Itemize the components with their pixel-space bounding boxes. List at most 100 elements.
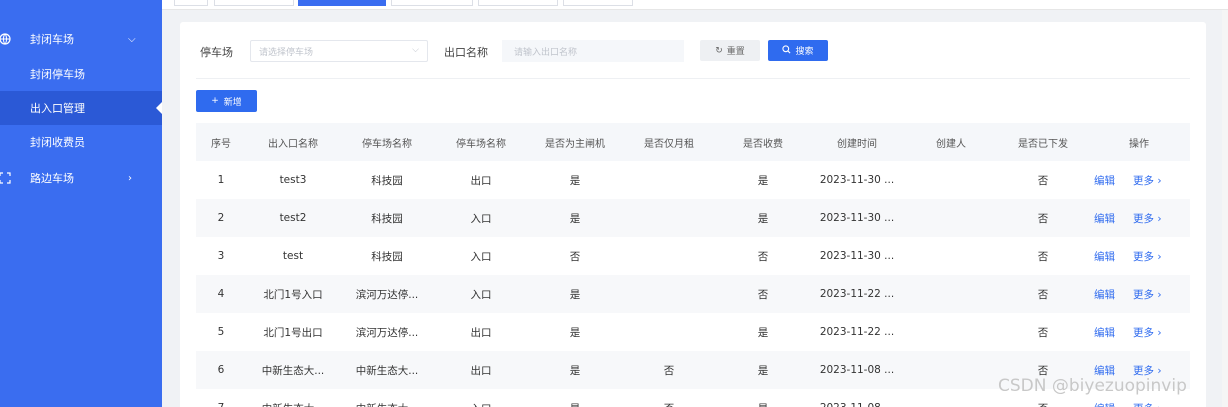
cell-time: 2023-11-22 ... [819,326,895,338]
cell-creator [904,351,998,389]
cell-creator [904,389,998,407]
cell-main: 是 [569,212,581,225]
cell-monthly [622,237,716,275]
cell-no: 7 [196,389,246,407]
more-dropdown[interactable]: 更多 › [1133,287,1162,302]
reset-label: 重置 [726,47,745,57]
chevron-down-icon: ⌵ [412,45,419,55]
tag-tab[interactable] [478,0,558,6]
more-dropdown[interactable]: 更多 › [1133,173,1162,188]
cell-no: 6 [217,364,225,376]
cell-name: 北门1号入口 [263,288,323,301]
more-dropdown[interactable]: 更多 › [1133,401,1162,407]
edit-link[interactable]: 编辑 [1094,401,1115,407]
cell-actions: 编辑 更多 › [1088,275,1190,313]
cell-time: 2023-11-30 ... [819,250,895,262]
menu-group-closed-parking[interactable]: 封闭车场 ⌵ [0,22,162,56]
tags-view-bar [162,0,1228,10]
edit-link[interactable]: 编辑 [1094,211,1115,226]
edit-link[interactable]: 编辑 [1094,173,1115,188]
table-row: 5 北门1号出口 滨河万达停... 出口 是 是 2023-11-22 ... 否 编辑 更多 › [196,313,1190,351]
sidebar-item-label: 出入口管理 [30,102,85,115]
cell-monthly: 否 [663,364,675,377]
exit-name-input[interactable]: 请输入出口名称 [502,40,684,62]
tag-tab[interactable] [214,0,294,6]
column-header: 是否为主闸机 [545,138,605,150]
cell-type: 出口 [470,326,492,339]
cell-creator [904,237,998,275]
table-body: 1 test3 科技园 出口是是 2023-11-30 ... 否编辑 更多 › 2 test2… [196,161,1190,407]
cell-creator [904,199,998,237]
cell-no: 4 [217,288,225,300]
entrance-table: 序号 出入口名称 停车场名称 停车场名称 是否为主闸机 是否仅月租 是否收费 创… [196,123,1190,407]
cell-charge: 是 [757,212,769,225]
cell-type: 入口 [434,389,528,407]
cell-time: 2023-11-08 ... [819,364,895,376]
cell-park: 中新生态大... [355,364,419,377]
chevron-right-icon: › [128,172,132,184]
main-card: 停车场 请选择停车场 ⌵ 出口名称 请输入出口名称 ↻ 重置 搜索 + 新增 序… [180,22,1206,407]
cell-park: 科技园 [371,174,403,187]
exit-name-label: 出口名称 [444,46,488,59]
cell-park: 科技园 [371,212,403,225]
column-header: 是否仅月租 [644,138,694,150]
more-dropdown[interactable]: 更多 › [1133,325,1162,340]
cell-no: 2 [217,212,225,224]
search-form: 停车场 请选择停车场 ⌵ 出口名称 请输入出口名称 ↻ 重置 搜索 [180,40,1206,62]
cell-charge: 是 [757,326,769,339]
cell-name: 北门1号出口 [263,326,323,339]
sidebar-item-label: 封闭收费员 [30,136,85,149]
divider [196,78,1190,79]
cell-actions: 编辑 更多 › [1088,313,1190,351]
table-row: 1 test3 科技园 出口 是 是 2023-11-30 ... 否 编辑 更多 › [196,161,1190,199]
parking-select[interactable]: 请选择停车场 ⌵ [250,40,428,62]
cell-park: 滨河万达停... [355,288,419,301]
add-button[interactable]: + 新增 [196,90,257,112]
tag-tab[interactable] [563,0,633,6]
sidebar-item-closed-cashier[interactable]: 封闭收费员 [0,125,162,159]
search-label: 搜索 [795,47,814,57]
cell-name: test3 [279,174,307,186]
cell-type: 出口 [470,174,492,187]
cell-time: 2023-11-30 ... [819,212,895,224]
cell-park: 滨河万达停... [355,326,419,339]
cell-issued: 否 [1037,174,1049,187]
scrollbar[interactable] [1222,10,1228,407]
sidebar-item-closed-parking-lot[interactable]: 封闭停车场 [0,57,162,91]
table-row: 2 test2 科技园 入口 是 是 2023-11-30 ... 否 编辑 更多 › [196,199,1190,237]
tag-tab[interactable] [391,0,473,6]
tag-tab-active[interactable] [298,0,386,6]
table-row: 4 北门1号入口 滨河万达停... 入口 是 否 2023-11-22 ... 否 编辑 更多 › [196,275,1190,313]
cell-charge: 是 [757,364,769,377]
table-row: 3 test 科技园 入口 否 否 2023-11-30 ... 否 编辑 更多 › [196,237,1190,275]
reset-button[interactable]: ↻ 重置 [700,40,760,61]
edit-link[interactable]: 编辑 [1094,249,1115,264]
cell-main: 是 [569,288,581,301]
cell-type: 入口 [470,288,492,301]
column-header: 是否收费 [743,138,783,150]
sidebar-item-entrance-management[interactable]: 出入口管理 [0,91,162,125]
globe-icon [0,32,12,46]
cell-charge: 是 [716,389,810,407]
cell-main: 是 [528,389,622,407]
cell-creator [904,161,998,199]
search-button[interactable]: 搜索 [768,40,828,61]
menu-group-label: 路边车场 [30,172,74,185]
tag-tab[interactable] [174,0,208,6]
column-header: 序号 [211,138,231,150]
menu-group-roadside-parking[interactable]: 路边车场 › [0,161,162,195]
cell-issued: 否 [1037,288,1049,301]
edit-link[interactable]: 编辑 [1094,325,1115,340]
cell-time: 2023-11-30 ... [819,174,895,186]
plus-icon: + [211,96,219,106]
chevron-down-icon: ⌵ [128,33,136,45]
cell-no: 5 [217,326,225,338]
more-dropdown[interactable]: 更多 › [1133,249,1162,264]
cell-main: 否 [569,250,581,263]
cell-actions: 编辑 更多 › [1088,199,1190,237]
cell-main: 是 [569,174,581,187]
parking-select-placeholder: 请选择停车场 [259,47,314,58]
more-dropdown[interactable]: 更多 › [1133,211,1162,226]
edit-link[interactable]: 编辑 [1094,287,1115,302]
cell-no: 3 [217,250,225,262]
